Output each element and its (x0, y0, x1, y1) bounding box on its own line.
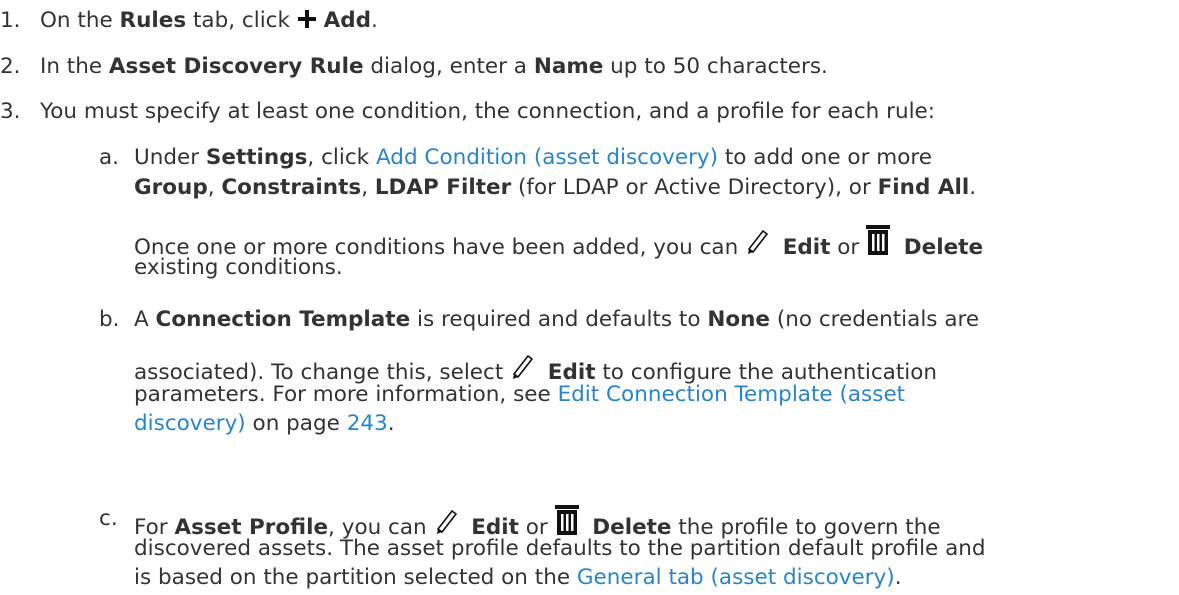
text: . (371, 8, 378, 33)
text: In the (40, 54, 109, 79)
step-1: 1. On the Rules tab, click Add. (0, 7, 378, 34)
text: tab, click (186, 8, 297, 33)
text: . (387, 411, 395, 436)
connection-template-label: Connection Template (155, 307, 411, 332)
substep-b-line-4: discovery) on page 243. (134, 410, 395, 437)
text: existing conditions. (134, 255, 343, 280)
none-label: None (707, 307, 770, 332)
text: You must specify at least one condition,… (40, 99, 936, 124)
step-number: 1. (0, 8, 21, 33)
substep-c-line-3: is based on the partition selected on th… (134, 564, 902, 591)
substep-a: a. Under Settings, click Add Condition (… (99, 144, 932, 171)
add-condition-link[interactable]: Add Condition (asset discovery) (376, 145, 718, 170)
text: (no credentials are (769, 307, 980, 332)
text: , (361, 175, 375, 200)
text: on page (245, 411, 347, 436)
text: is required and defaults to (410, 307, 708, 332)
ldap-filter-label: LDAP Filter (374, 175, 512, 200)
text: up to 50 characters. (603, 54, 828, 79)
find-all-label: Find All (877, 175, 970, 200)
substep-b-line-3: parameters. For more information, see Ed… (134, 381, 905, 408)
text: , (207, 175, 222, 200)
substep-letter: b. (99, 307, 120, 332)
general-tab-link[interactable]: General tab (asset discovery) (577, 565, 895, 590)
substep-b: b. A Connection Template is required and… (99, 306, 979, 333)
substep-c: c. For Asset Profile, you can Edit or De… (99, 505, 941, 540)
substep-letter: c. (99, 506, 118, 531)
text: . (969, 175, 977, 200)
name-label: Name (533, 54, 604, 79)
edit-connection-template-link-cont[interactable]: discovery) (134, 411, 246, 436)
text: A (134, 307, 156, 332)
step-2: 2. In the Asset Discovery Rule dialog, e… (0, 53, 828, 80)
add-label: Add (323, 8, 372, 33)
text: to add one or more (718, 145, 932, 170)
text: or (830, 235, 867, 260)
constraints-label: Constraints (221, 175, 362, 200)
substep-letter: a. (99, 145, 120, 170)
text: . (894, 565, 902, 590)
edit-connection-template-link[interactable]: Edit Connection Template (asset (558, 382, 906, 407)
text: (for LDAP or Active Directory), or (511, 175, 878, 200)
delete-label: Delete (903, 235, 984, 260)
plus-icon (297, 7, 317, 34)
pencil-icon (745, 227, 769, 261)
text: discovered assets. The asset profile def… (134, 536, 986, 561)
substep-a-line-2: Group, Constraints, LDAP Filter (for LDA… (134, 174, 976, 201)
step-3: 3. You must specify at least one conditi… (0, 98, 935, 125)
page-link[interactable]: 243 (347, 411, 388, 436)
rules-label: Rules (119, 8, 187, 33)
text: is based on the partition selected on th… (134, 565, 577, 590)
text: dialog, enter a (363, 54, 534, 79)
text: Under (134, 145, 206, 170)
text: On the (40, 8, 120, 33)
group-label: Group (134, 175, 208, 200)
settings-label: Settings (205, 145, 308, 170)
trash-icon (866, 225, 891, 261)
edit-label: Edit (782, 235, 831, 260)
text: parameters. For more information, see (134, 382, 558, 407)
text: , click (307, 145, 376, 170)
step-number: 3. (0, 99, 21, 124)
dialog-name: Asset Discovery Rule (108, 54, 364, 79)
step-number: 2. (0, 54, 21, 79)
